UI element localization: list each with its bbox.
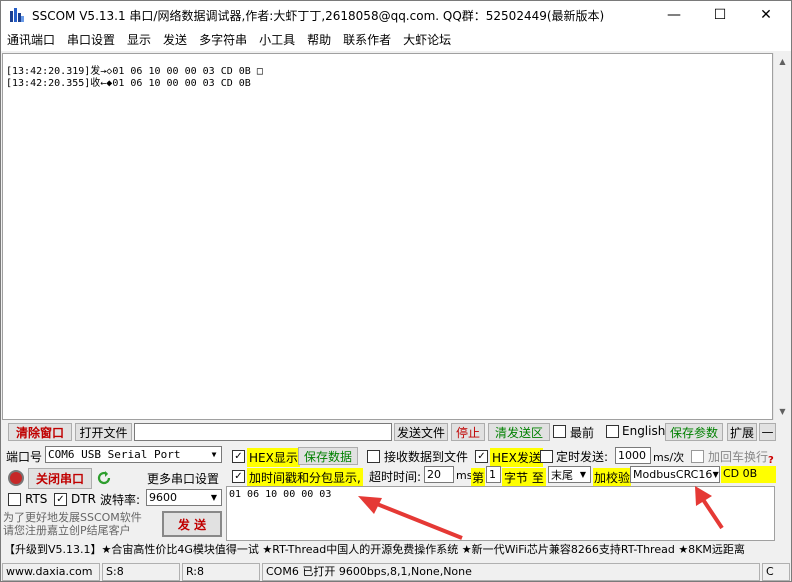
topmost-checkbox[interactable] [553, 425, 566, 438]
send-content: 01 06 10 00 00 03 [229, 489, 332, 500]
port-status-icon [8, 470, 24, 486]
checksum-label: 加校验 [593, 468, 632, 487]
recv-to-file-label: 接收数据到文件 [384, 450, 469, 464]
port-select[interactable]: COM6 USB Serial Port ▼ [45, 446, 222, 463]
rts-checkbox[interactable] [8, 493, 21, 506]
hex-display-checkbox[interactable]: ✓ [232, 450, 245, 463]
crc-result: CD 0B [721, 466, 776, 483]
hex-send-label: HEX发送 [490, 448, 543, 467]
save-data-button[interactable]: 保存数据 [298, 447, 358, 465]
annotation-arrow-icon [695, 486, 724, 530]
add-crlf-checkbox[interactable] [691, 450, 704, 463]
add-crlf-label: 加回车换行 [708, 450, 769, 464]
timed-send-checkbox[interactable] [540, 450, 553, 463]
dtr-label: DTR [71, 492, 96, 506]
status-site[interactable]: www.daxia.com [2, 563, 100, 581]
chevron-down-icon[interactable]: ▼ [712, 467, 719, 482]
menu-serial-settings[interactable]: 串口设置 [61, 30, 121, 51]
maximize-button[interactable]: ☐ [697, 1, 743, 29]
app-logo-icon [10, 8, 24, 22]
send-file-button[interactable]: 发送文件 [394, 423, 448, 441]
window-title: SSCOM V5.13.1 串口/网络数据调试器,作者:大虾丁丁,2618058… [32, 9, 605, 23]
menu-bar: 通讯端口 串口设置 显示 发送 多字符串 小工具 帮助 联系作者 大虾论坛 [1, 30, 791, 51]
status-port-state: COM6 已打开 9600bps,8,1,None,None [262, 563, 760, 581]
nth-input[interactable]: 1 [486, 466, 501, 483]
stop-button[interactable]: 停止 [451, 423, 485, 441]
close-button[interactable]: ✕ [743, 1, 789, 29]
hex-display-label: HEX显示 [247, 448, 300, 467]
menu-contact-author[interactable]: 联系作者 [337, 30, 397, 51]
timeout-label: 超时时间: [369, 470, 422, 484]
checksum-select[interactable]: ModbusCRC16 ▼ [630, 466, 720, 483]
interval-unit: ms/次 [653, 451, 685, 464]
chevron-down-icon[interactable]: ▼ [207, 490, 221, 505]
port-label: 端口号 [6, 450, 43, 464]
checksum-select-value: ModbusCRC16 [633, 468, 713, 481]
close-port-button[interactable]: 关闭串口 [28, 468, 92, 489]
menu-forum[interactable]: 大虾论坛 [397, 30, 457, 51]
menu-display[interactable]: 显示 [121, 30, 157, 51]
end-select-value: 末尾 [551, 468, 573, 482]
nth-label: 第 [471, 468, 486, 487]
collapse-button[interactable]: — [759, 423, 776, 441]
status-sent-count: S:8 [102, 563, 180, 581]
promo-text[interactable]: 为了更好地发展SSCOM软件 请您注册嘉立创P结尾客户 [3, 511, 159, 539]
timed-send-label: 定时发送: [556, 450, 609, 464]
minimize-button[interactable]: — [651, 1, 697, 29]
timestamp-checkbox[interactable]: ✓ [232, 470, 245, 483]
scroll-up-icon[interactable]: ▲ [774, 53, 791, 70]
menu-multi-string[interactable]: 多字符串 [193, 30, 253, 51]
refresh-icon[interactable] [96, 470, 112, 486]
receive-scrollbar[interactable]: ▲ ▼ [773, 53, 791, 420]
receive-area[interactable]: [13:42:20.319]发→◇01 06 10 00 00 03 CD 0B… [2, 53, 773, 420]
menu-comm-port[interactable]: 通讯端口 [1, 30, 61, 51]
expand-button[interactable]: 扩展 [727, 423, 757, 441]
receive-line: [13:42:20.319]发→◇01 06 10 00 00 03 CD 0B… [6, 66, 263, 77]
rts-label: RTS [25, 492, 48, 506]
menu-send[interactable]: 发送 [157, 30, 193, 51]
byte-to-label: 字节 至 [502, 468, 546, 487]
english-checkbox[interactable] [606, 425, 619, 438]
dtr-checkbox[interactable]: ✓ [54, 493, 67, 506]
annotation-arrow-icon [358, 496, 463, 540]
clear-send-button[interactable]: 清发送区 [488, 423, 550, 441]
send-button[interactable]: 发 送 [162, 511, 222, 537]
port-select-value: COM6 USB Serial Port [48, 448, 181, 461]
clear-window-button[interactable]: 清除窗口 [8, 423, 72, 441]
english-label: English [622, 424, 666, 438]
topmost-label: 最前 [570, 426, 595, 440]
hex-send-checkbox[interactable]: ✓ [475, 450, 488, 463]
status-end: C [762, 563, 790, 581]
chevron-down-icon[interactable]: ▼ [576, 467, 590, 482]
save-params-button[interactable]: 保存参数 [665, 423, 723, 441]
file-path-input[interactable] [134, 423, 392, 441]
open-file-button[interactable]: 打开文件 [75, 423, 132, 441]
recv-to-file-checkbox[interactable] [367, 450, 380, 463]
help-icon[interactable]: ? [768, 455, 774, 466]
chevron-down-icon[interactable]: ▼ [207, 447, 221, 462]
baud-label: 波特率: [100, 493, 141, 507]
status-received-count: R:8 [182, 563, 260, 581]
baud-select-value: 9600 [149, 491, 177, 504]
ad-ticker[interactable]: 【升级到V5.13.1】★合宙高性价比4G模块值得一试 ★RT-Thread中国… [2, 541, 790, 561]
interval-input[interactable]: 1000 [615, 447, 651, 464]
scroll-down-icon[interactable]: ▼ [774, 403, 791, 420]
end-select[interactable]: 末尾 ▼ [548, 466, 591, 483]
menu-help[interactable]: 帮助 [301, 30, 337, 51]
more-settings-link[interactable]: 更多串口设置 [147, 470, 219, 487]
timeout-input[interactable]: 20 [424, 466, 454, 483]
timestamp-label: 加时间戳和分包显示, [247, 468, 363, 487]
menu-tools[interactable]: 小工具 [253, 30, 301, 51]
baud-select[interactable]: 9600 ▼ [146, 489, 222, 506]
timeout-unit: ms [456, 469, 473, 482]
receive-line: [13:42:20.355]收←◆01 06 10 00 00 03 CD 0B [6, 78, 251, 89]
